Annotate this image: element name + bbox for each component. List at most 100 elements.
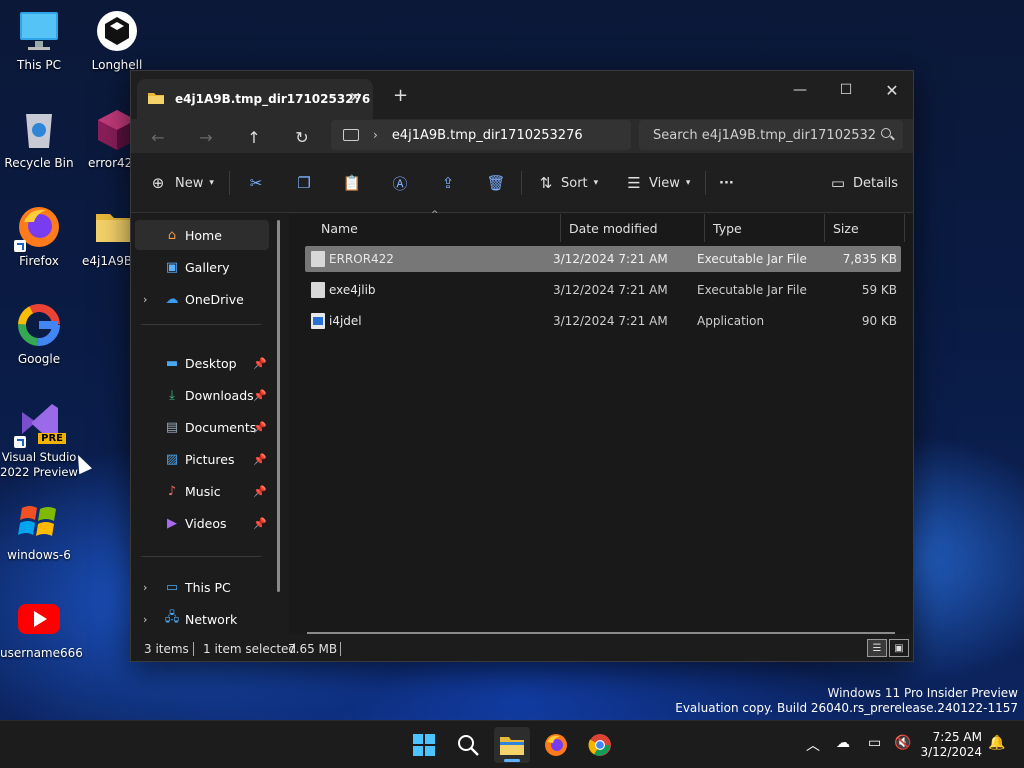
firefox-icon <box>14 204 62 252</box>
pin-icon[interactable]: 📌 <box>253 517 267 530</box>
jar-file-icon <box>311 251 325 267</box>
google-icon <box>16 302 62 348</box>
nav-item-home[interactable]: ⌂ Home <box>135 220 269 250</box>
taskbar: ︿ ☁ ▭ 🔇 7:25 AM 3/12/2024 🔔 <box>0 720 1024 768</box>
search-icon <box>458 735 479 756</box>
chevron-right-icon[interactable]: › <box>373 128 378 142</box>
close-button[interactable]: ✕ <box>869 75 915 105</box>
more-options-button[interactable]: ··· <box>719 169 734 197</box>
rename-icon: Ⓐ <box>392 174 408 193</box>
network-icon: 🖧 <box>164 610 180 625</box>
nav-item-downloads[interactable]: ⤓ Downloads 📌 <box>135 380 269 410</box>
chevron-up-icon[interactable]: ︿ <box>806 735 820 755</box>
new-tab-button[interactable]: + <box>393 85 408 106</box>
nav-item-pictures[interactable]: ▨ Pictures 📌 <box>135 444 269 474</box>
windows-start-icon <box>413 734 435 756</box>
cloud-offline-icon[interactable]: ☁ <box>836 735 850 751</box>
speaker-muted-icon[interactable]: 🔇 <box>894 735 911 751</box>
desktop-icon-longhell[interactable]: Longhell <box>78 8 156 73</box>
pin-icon[interactable]: 📌 <box>253 357 267 370</box>
search-taskbar-button[interactable] <box>450 727 486 763</box>
tiles-view-icon[interactable]: ▣ <box>889 639 909 657</box>
column-header-type[interactable]: Type <box>705 214 825 242</box>
firefox-taskbar-button[interactable] <box>538 727 574 763</box>
share-button[interactable]: ⇪ <box>439 169 457 197</box>
pin-icon[interactable]: 📌 <box>253 453 267 466</box>
document-icon: ▤ <box>165 419 179 435</box>
clock[interactable]: 7:25 AM 3/12/2024 <box>920 730 982 760</box>
pin-icon[interactable]: 📌 <box>253 421 267 434</box>
chevron-right-icon[interactable]: › <box>143 613 147 626</box>
close-tab-icon[interactable]: ✕ <box>349 90 361 106</box>
column-header-name[interactable]: Name ^ <box>313 210 561 242</box>
desktop-icon-firefox[interactable]: Firefox <box>0 204 78 269</box>
horizontal-scrollbar[interactable] <box>307 632 895 634</box>
chrome-taskbar-button[interactable] <box>582 727 618 763</box>
tab-active[interactable]: e4j1A9B.tmp_dir1710253276 ✕ <box>137 79 373 119</box>
address-bar[interactable]: › e4j1A9B.tmp_dir1710253276 <box>331 120 631 150</box>
selection-size: 7.65 MB <box>288 642 338 656</box>
delete-button[interactable]: 🗑 <box>486 169 505 197</box>
file-row[interactable]: i4jdel 3/12/2024 7:21 AM Application 90 … <box>305 308 901 334</box>
details-view-icon[interactable]: ☰ <box>867 639 887 657</box>
minimize-button[interactable]: — <box>777 75 823 105</box>
refresh-button[interactable]: ↻ <box>287 124 317 150</box>
desktop-icon-folder[interactable]: e4j1A9B.t <box>78 204 141 269</box>
network-icon[interactable]: ▭ <box>868 735 881 751</box>
nav-item-onedrive[interactable]: › ☁ OneDrive <box>135 284 269 314</box>
picture-icon: ▨ <box>165 451 179 467</box>
column-header-size[interactable]: Size <box>825 214 905 242</box>
notification-bell-icon[interactable]: 🔔 <box>988 735 1005 751</box>
sort-button[interactable]: ⇅ Sort ▾ <box>537 169 598 197</box>
details-button[interactable]: ▭ Details <box>829 169 898 197</box>
file-row[interactable]: ERROR422 3/12/2024 7:21 AM Executable Ja… <box>305 246 901 272</box>
search-input[interactable]: Search e4j1A9B.tmp_dir17102532 <box>639 120 903 150</box>
monitor-icon <box>343 129 359 141</box>
nav-item-desktop[interactable]: ▬ Desktop 📌 <box>135 348 269 378</box>
nav-item-documents[interactable]: ▤ Documents 📌 <box>135 412 269 442</box>
this-pc-icon: ▭ <box>165 579 179 595</box>
desktop-icon-youtube[interactable]: username666 <box>0 596 83 661</box>
pin-icon[interactable]: 📌 <box>253 389 267 402</box>
firefox-icon <box>545 734 567 756</box>
desktop-icon-recycle-bin[interactable]: Recycle Bin <box>0 106 78 171</box>
this-pc-icon <box>16 8 62 54</box>
view-button[interactable]: ☰ View ▾ <box>625 169 690 197</box>
start-button[interactable] <box>406 727 442 763</box>
desktop-icon-google[interactable]: Google <box>0 302 78 367</box>
unity-icon <box>94 8 140 54</box>
paste-button[interactable]: 📋 <box>343 169 362 197</box>
column-header-date[interactable]: Date modified <box>561 214 705 242</box>
nav-item-music[interactable]: ♪ Music 📌 <box>135 476 269 506</box>
desktop-icon-this-pc[interactable]: This PC <box>0 8 78 73</box>
file-explorer-taskbar-button[interactable] <box>494 727 530 763</box>
chevron-down-icon: ▾ <box>209 178 214 188</box>
maximize-button[interactable]: ☐ <box>823 75 869 105</box>
details-pane-icon: ▭ <box>830 174 846 192</box>
nav-item-gallery[interactable]: ▣ Gallery <box>135 252 269 282</box>
up-button[interactable]: ↑ <box>239 124 269 150</box>
chevron-right-icon[interactable]: › <box>143 581 147 594</box>
nav-scrollbar[interactable] <box>277 220 280 592</box>
toolbar-divider <box>229 171 230 195</box>
search-icon <box>881 128 891 138</box>
desktop-icon-windows-6[interactable]: windows-6 <box>0 498 78 563</box>
nav-divider <box>141 324 261 325</box>
forward-button[interactable]: → <box>191 124 221 150</box>
back-button[interactable]: ← <box>143 124 173 150</box>
nav-item-videos[interactable]: ▶ Videos 📌 <box>135 508 269 538</box>
rename-button[interactable]: Ⓐ <box>391 169 409 197</box>
pin-icon[interactable]: 📌 <box>253 485 267 498</box>
status-bar: 3 items 1 item selected 7.65 MB ☰ ▣ <box>131 637 913 661</box>
cut-button[interactable]: ✂ <box>247 169 265 197</box>
file-row[interactable]: exe4jlib 3/12/2024 7:21 AM Executable Ja… <box>305 277 901 303</box>
new-button[interactable]: ⊕ New ▾ <box>149 169 214 197</box>
scissors-icon: ✂ <box>249 174 263 192</box>
copy-button[interactable]: ❐ <box>295 169 313 197</box>
plus-circle-icon: ⊕ <box>151 174 165 192</box>
desktop-icon-visual-studio[interactable]: PRE Visual Studio 2022 Preview <box>0 400 78 480</box>
tab-title: e4j1A9B.tmp_dir1710253276 <box>175 92 371 106</box>
chevron-right-icon[interactable]: › <box>143 293 147 306</box>
nav-item-network[interactable]: › 🖧 Network <box>135 604 269 634</box>
nav-item-this-pc[interactable]: › ▭ This PC <box>135 572 269 602</box>
